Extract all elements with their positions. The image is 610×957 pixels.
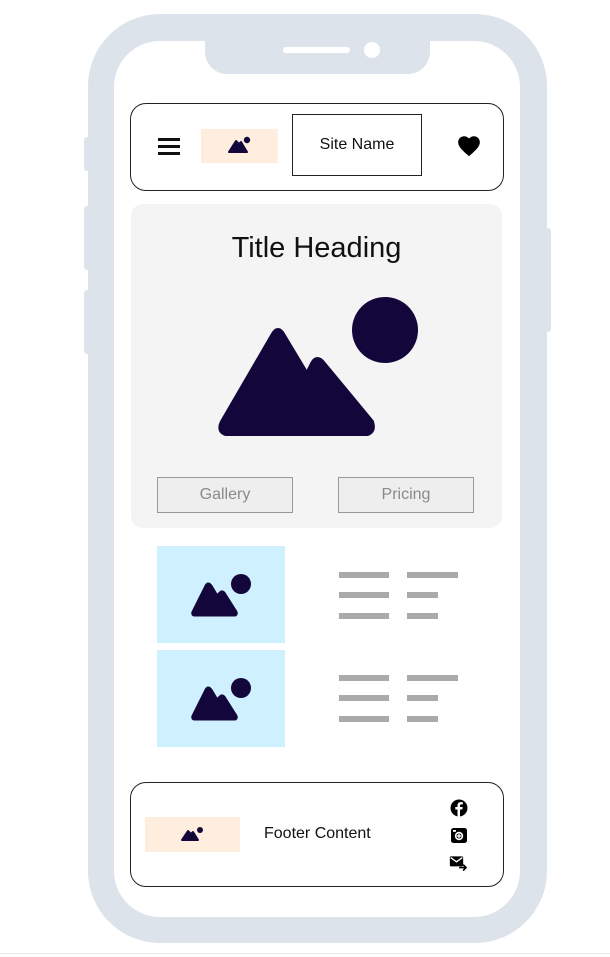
phone-side-button bbox=[84, 290, 90, 354]
hamburger-menu-icon[interactable] bbox=[158, 137, 180, 155]
content-row-image[interactable] bbox=[157, 650, 285, 747]
phone-side-button bbox=[84, 137, 90, 171]
phone-speaker bbox=[283, 47, 350, 53]
page-bottom-divider bbox=[0, 953, 610, 954]
footer-logo[interactable] bbox=[145, 817, 240, 852]
instagram-icon[interactable] bbox=[449, 825, 469, 845]
email-forward-icon[interactable] bbox=[449, 853, 469, 873]
text-placeholder-line bbox=[407, 675, 458, 681]
gallery-button[interactable]: Gallery bbox=[157, 477, 293, 513]
text-placeholder-line bbox=[407, 572, 458, 578]
text-placeholder-line bbox=[407, 716, 438, 722]
phone-side-button bbox=[545, 228, 551, 332]
text-placeholder-line bbox=[339, 716, 389, 722]
phone-notch bbox=[205, 38, 430, 74]
image-placeholder-icon bbox=[181, 827, 203, 841]
pricing-button[interactable]: Pricing bbox=[338, 477, 474, 513]
text-placeholder-line bbox=[339, 675, 389, 681]
image-placeholder-icon bbox=[191, 678, 251, 721]
text-placeholder-line bbox=[339, 613, 389, 619]
text-placeholder-line bbox=[339, 572, 389, 578]
header-logo[interactable] bbox=[201, 129, 278, 163]
site-name[interactable]: Site Name bbox=[292, 114, 422, 176]
image-placeholder-icon bbox=[191, 574, 251, 617]
phone-camera bbox=[364, 42, 380, 58]
facebook-icon[interactable] bbox=[449, 798, 469, 818]
footer-content-text: Footer Content bbox=[264, 825, 371, 842]
text-placeholder-line bbox=[339, 592, 389, 598]
content-row-image[interactable] bbox=[157, 546, 285, 643]
text-placeholder-line bbox=[407, 613, 438, 619]
page-title: Title Heading bbox=[231, 232, 402, 264]
hero-image-placeholder-icon bbox=[218, 297, 418, 436]
text-placeholder-line bbox=[407, 695, 438, 701]
text-placeholder-line bbox=[339, 695, 389, 701]
phone-side-button bbox=[84, 206, 90, 270]
image-placeholder-icon bbox=[228, 136, 251, 153]
text-placeholder-line bbox=[407, 592, 438, 598]
heart-icon[interactable] bbox=[456, 133, 482, 159]
